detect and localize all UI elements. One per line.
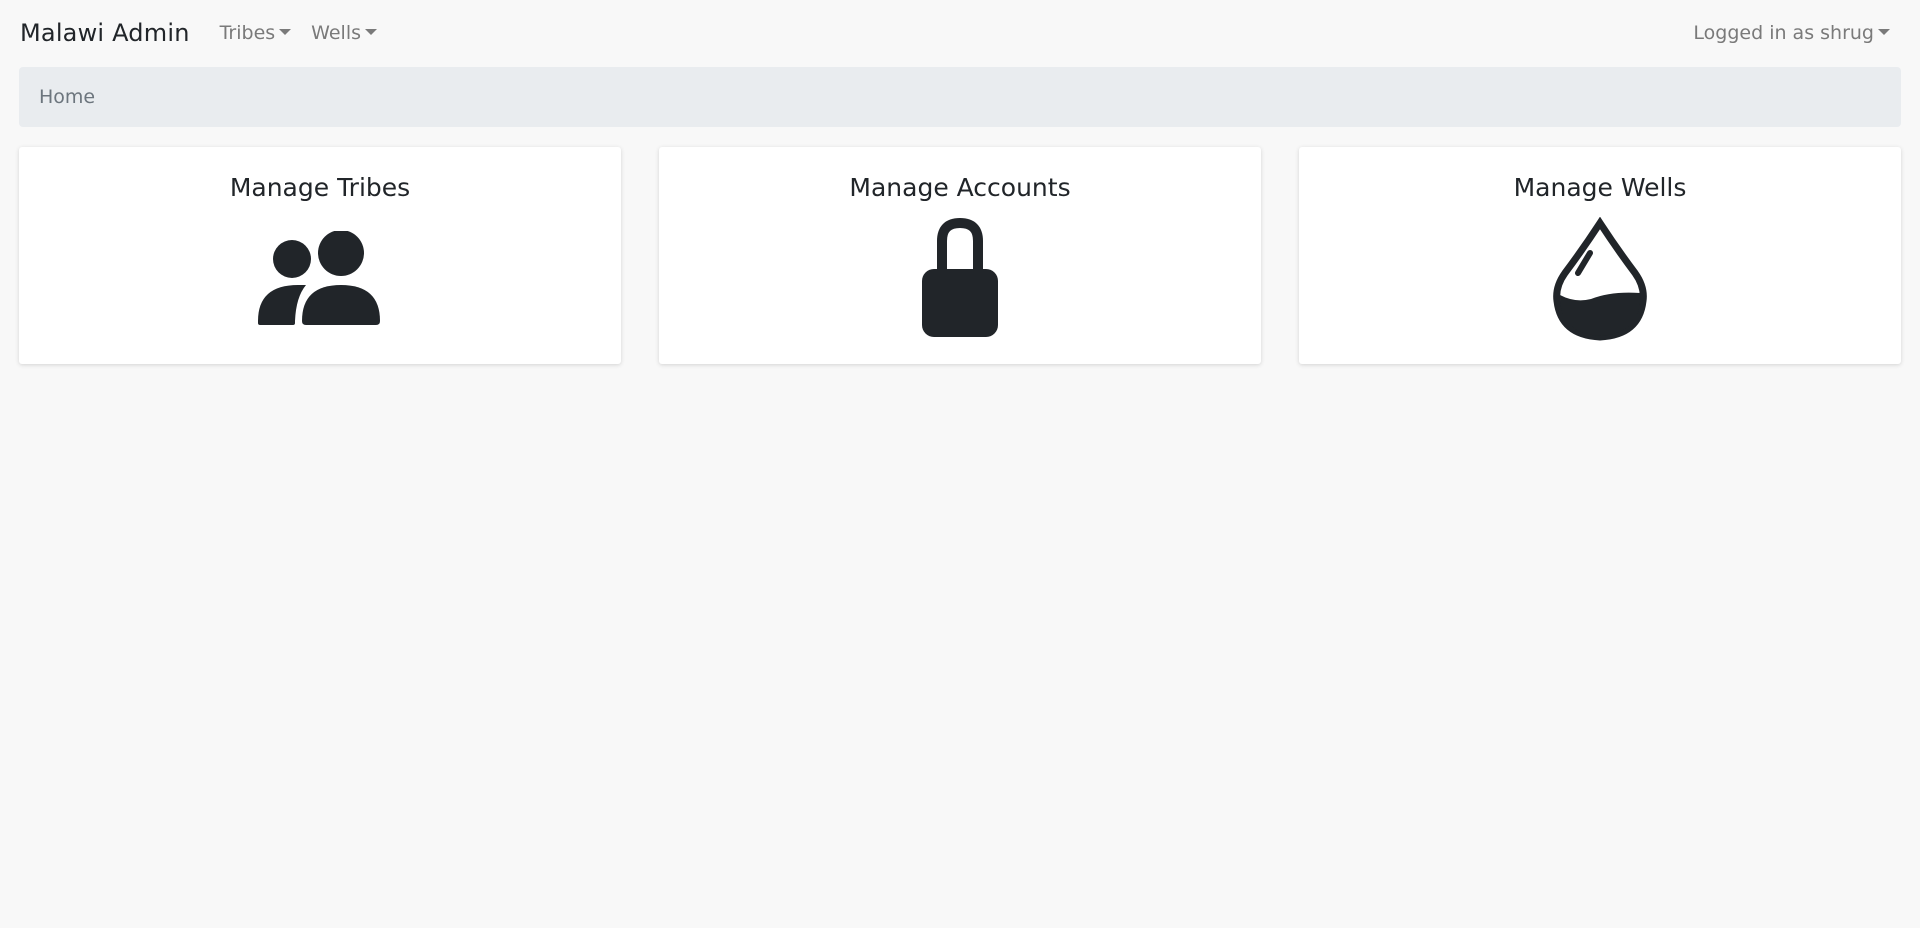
card-title: Manage Wells (1513, 173, 1687, 202)
wells-menu-label: Wells (311, 22, 361, 44)
card-title: Manage Accounts (849, 173, 1071, 202)
manage-tribes-card[interactable]: Manage Tribes (19, 147, 621, 364)
user-menu-label: Logged in as shrug (1693, 22, 1874, 44)
breadcrumb: Home (19, 67, 1901, 127)
tribes-menu-label: Tribes (219, 22, 276, 44)
chevron-down-icon (365, 29, 377, 35)
card-grid: Manage Tribes Manage Accounts Manage Wel… (19, 147, 1901, 365)
brand-link[interactable]: Malawi Admin (20, 19, 190, 47)
manage-accounts-card[interactable]: Manage Accounts (659, 147, 1261, 364)
lock-icon (922, 217, 998, 337)
users-icon (258, 231, 380, 325)
water-drop-icon (1553, 217, 1647, 341)
chevron-down-icon (279, 29, 292, 35)
card-title: Manage Tribes (229, 173, 411, 202)
top-navbar: Malawi Admin Tribes Wells Logged in as s… (0, 0, 1920, 66)
chevron-down-icon (1878, 29, 1890, 35)
user-menu[interactable]: Logged in as shrug (1693, 22, 1890, 44)
wells-menu[interactable]: Wells (311, 22, 377, 44)
tribes-menu[interactable]: Tribes (220, 22, 292, 44)
manage-wells-card[interactable]: Manage Wells (1299, 147, 1901, 364)
breadcrumb-home: Home (39, 86, 96, 108)
